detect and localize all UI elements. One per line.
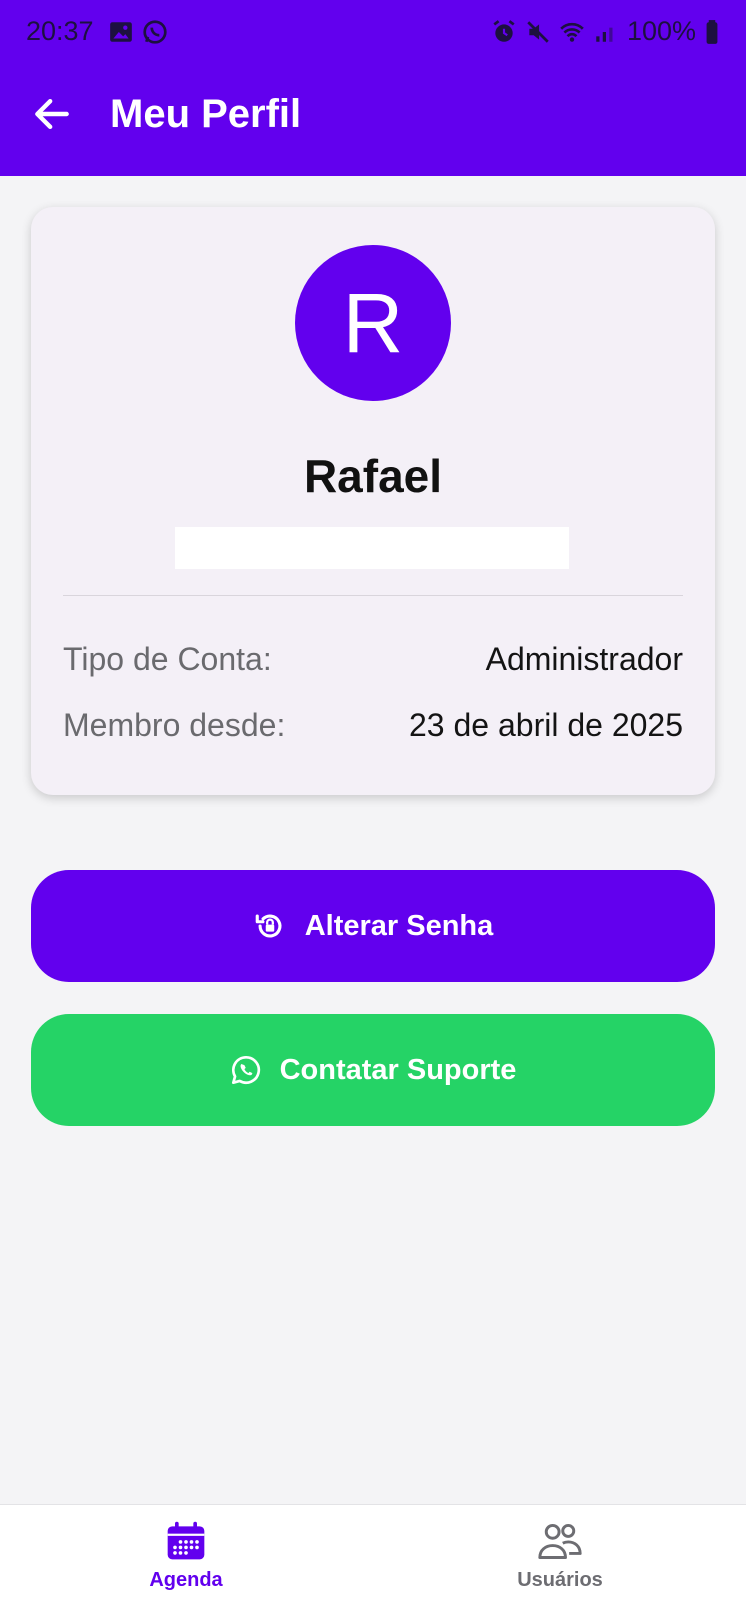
wifi-icon (560, 22, 584, 42)
divider (63, 595, 683, 596)
users-icon (538, 1523, 582, 1559)
detail-value: 23 de abril de 2025 (409, 707, 683, 743)
whatsapp-icon (231, 1055, 260, 1084)
detail-label: Tipo de Conta: (63, 641, 272, 677)
profile-name: Rafael (303, 450, 443, 502)
alarm-icon (493, 19, 515, 42)
back-arrow-icon[interactable] (30, 92, 74, 136)
avatar: R (295, 245, 451, 401)
nav-item-users[interactable]: Usuários (460, 1519, 660, 1592)
detail-label: Membro desde: (63, 707, 286, 743)
change-password-label: Alterar Senha (304, 909, 494, 942)
nav-item-agenda[interactable]: Agenda (86, 1519, 286, 1592)
lock-reset-icon (255, 914, 282, 938)
change-password-button[interactable]: Alterar Senha (31, 870, 715, 982)
contact-support-label: Contatar Suporte (279, 1053, 517, 1086)
nav-label-agenda: Agenda (149, 1569, 223, 1591)
battery-percent: 100% (626, 16, 696, 46)
detail-row-account-type: Tipo de Conta: Administrador (63, 641, 683, 678)
signal-icon (596, 27, 613, 42)
profile-card: R Rafael Tipo de Conta: Administrador Me… (31, 207, 715, 795)
page-title: Meu Perfil (110, 92, 302, 136)
whatsapp-icon (143, 20, 167, 44)
mute-icon (527, 20, 549, 43)
app-bar: 20:37 100% Meu Perfil (0, 0, 746, 176)
calendar-icon (167, 1521, 205, 1560)
detail-row-member-since: Membro desde: 23 de abril de 2025 (63, 707, 683, 744)
redacted-email (175, 527, 569, 569)
contact-support-button[interactable]: Contatar Suporte (31, 1014, 715, 1126)
detail-value: Administrador (485, 641, 683, 677)
nav-label-users: Usuários (517, 1569, 603, 1591)
bottom-nav: Agenda Usuários (0, 1504, 746, 1600)
status-time: 20:37 (26, 16, 94, 46)
status-bar: 20:37 100% (0, 0, 746, 62)
battery-icon (706, 19, 718, 44)
image-icon (110, 22, 132, 42)
